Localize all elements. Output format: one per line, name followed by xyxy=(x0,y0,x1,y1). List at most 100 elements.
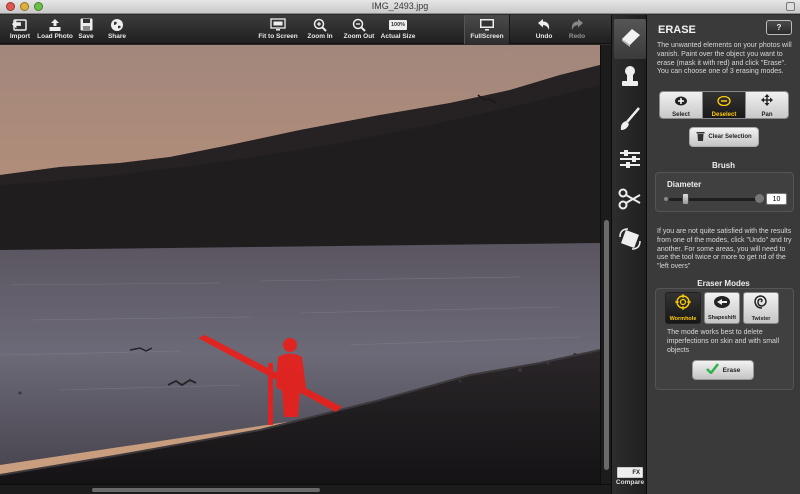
zoom-out-icon xyxy=(351,17,367,32)
redo-icon xyxy=(569,17,585,32)
eraser-icon xyxy=(618,27,642,52)
fullscreen-icon xyxy=(479,17,495,32)
import-icon xyxy=(12,17,28,32)
deselect-mode-button[interactable]: Deselect xyxy=(703,92,746,118)
photo-canvas[interactable] xyxy=(0,45,600,485)
select-mode-label: Select xyxy=(672,111,690,118)
deselect-mode-label: Deselect xyxy=(711,111,737,118)
rotate-tool-button[interactable] xyxy=(614,221,646,261)
undo-button[interactable]: Undo xyxy=(531,15,557,44)
zoom-out-label: Zoom Out xyxy=(343,33,375,40)
compare-button[interactable]: FX Compare xyxy=(612,467,648,486)
clone-stamp-tool-button[interactable] xyxy=(614,59,646,99)
hint-text: If you are not quite satisfied with the … xyxy=(657,228,792,271)
tool-strip: FX Compare xyxy=(611,15,647,494)
fullscreen-label: FullScreen xyxy=(470,33,504,40)
eraser-modes-heading: Eraser Modes xyxy=(697,279,750,288)
clear-selection-label: Clear Selection xyxy=(708,134,752,140)
import-button[interactable]: Import xyxy=(6,15,34,44)
compare-icon: FX xyxy=(617,467,643,478)
zoom-out-button[interactable]: Zoom Out xyxy=(343,15,375,44)
fit-to-screen-icon xyxy=(270,17,286,32)
wormhole-mode-label: Wormhole xyxy=(669,316,697,322)
select-mode-button[interactable]: Select xyxy=(660,92,703,118)
erase-button[interactable]: Erase xyxy=(692,360,754,380)
help-button[interactable]: ? xyxy=(766,20,792,35)
stamp-icon xyxy=(619,65,641,94)
twister-icon xyxy=(753,294,769,315)
horizontal-scroll-thumb[interactable] xyxy=(92,488,320,492)
actual-size-badge: 100% xyxy=(389,19,407,30)
intro-text: The unwanted elements on your photos wil… xyxy=(657,42,792,76)
vertical-scroll-thumb[interactable] xyxy=(604,220,609,470)
fullscreen-corner-icon[interactable] xyxy=(786,2,795,11)
checkmark-icon xyxy=(705,361,719,379)
diameter-label: Diameter xyxy=(667,180,702,189)
actual-size-button[interactable]: 100% Actual Size xyxy=(381,15,415,44)
brush-icon xyxy=(617,106,643,137)
zoom-in-icon xyxy=(312,17,328,32)
compare-fx-badge: FX xyxy=(632,469,640,476)
diameter-value-field[interactable]: 10 xyxy=(766,193,787,205)
redo-label: Redo xyxy=(568,33,586,40)
window-title: IMG_2493.jpg xyxy=(371,1,429,11)
twister-mode-label: Twister xyxy=(751,316,771,322)
actual-size-icon: 100% xyxy=(389,17,407,32)
load-photo-label: Load Photo xyxy=(37,33,73,40)
compare-label: Compare xyxy=(615,479,645,486)
pan-mode-button[interactable]: Pan xyxy=(746,92,788,118)
wormhole-icon xyxy=(675,294,691,315)
rotate-icon xyxy=(618,227,642,256)
floppy-disk-icon xyxy=(78,17,94,32)
slider-min-icon xyxy=(664,197,668,201)
title-bar: IMG_2493.jpg xyxy=(0,0,800,14)
selection-mode-control: Select Deselect Pan xyxy=(659,91,789,119)
save-button[interactable]: Save xyxy=(76,15,96,44)
shapeshift-mode-button[interactable]: Shapeshift xyxy=(704,292,740,324)
wormhole-mode-button[interactable]: Wormhole xyxy=(665,292,701,324)
mode-note-text: The mode works best to delete imperfecti… xyxy=(667,329,780,354)
sliders-icon xyxy=(618,149,642,174)
clear-selection-button[interactable]: Clear Selection xyxy=(689,127,759,147)
deselect-icon xyxy=(717,93,731,111)
horizontal-scrollbar[interactable] xyxy=(0,484,611,494)
erase-button-label: Erase xyxy=(722,366,741,374)
eraser-tool-button[interactable] xyxy=(614,19,646,59)
brush-heading: Brush xyxy=(711,161,736,170)
fit-to-screen-label: Fit to Screen xyxy=(258,33,298,40)
app-window: IMG_2493.jpg Import Load Photo Save Shar… xyxy=(0,0,800,494)
fit-to-screen-button[interactable]: Fit to Screen xyxy=(256,15,300,44)
load-photo-button[interactable]: Load Photo xyxy=(36,15,74,44)
twister-mode-button[interactable]: Twister xyxy=(743,292,779,324)
actual-size-label: Actual Size xyxy=(380,33,416,40)
scissors-icon xyxy=(618,188,642,215)
undo-icon xyxy=(536,17,552,32)
brush-box xyxy=(655,172,794,212)
panel-title: ERASE xyxy=(658,24,696,36)
undo-label: Undo xyxy=(535,33,553,40)
adjust-tool-button[interactable] xyxy=(614,141,646,181)
share-label: Share xyxy=(107,33,127,40)
shapeshift-icon xyxy=(713,295,731,314)
save-label: Save xyxy=(78,33,94,40)
crop-tool-button[interactable] xyxy=(614,181,646,221)
import-label: Import xyxy=(9,33,31,40)
erase-panel: ERASE ? The unwanted elements on your ph… xyxy=(647,15,800,494)
diameter-slider-knob[interactable] xyxy=(681,193,689,205)
pan-icon xyxy=(761,93,773,111)
slider-max-icon xyxy=(755,194,764,203)
brush-tool-button[interactable] xyxy=(614,101,646,141)
shapeshift-mode-label: Shapeshift xyxy=(707,315,737,321)
zoom-in-button[interactable]: Zoom In xyxy=(306,15,334,44)
trash-icon xyxy=(696,128,705,146)
load-photo-icon xyxy=(47,17,63,32)
zoom-in-label: Zoom In xyxy=(307,33,333,40)
select-icon xyxy=(674,93,688,111)
vertical-scrollbar[interactable] xyxy=(600,45,611,485)
fullscreen-button[interactable]: FullScreen xyxy=(464,15,510,44)
main-toolbar: Import Load Photo Save Share Fit to Scre… xyxy=(0,15,611,44)
share-button[interactable]: Share xyxy=(105,15,129,44)
photo-image xyxy=(0,45,600,485)
globe-icon xyxy=(109,17,125,32)
redo-button[interactable]: Redo xyxy=(565,15,589,44)
